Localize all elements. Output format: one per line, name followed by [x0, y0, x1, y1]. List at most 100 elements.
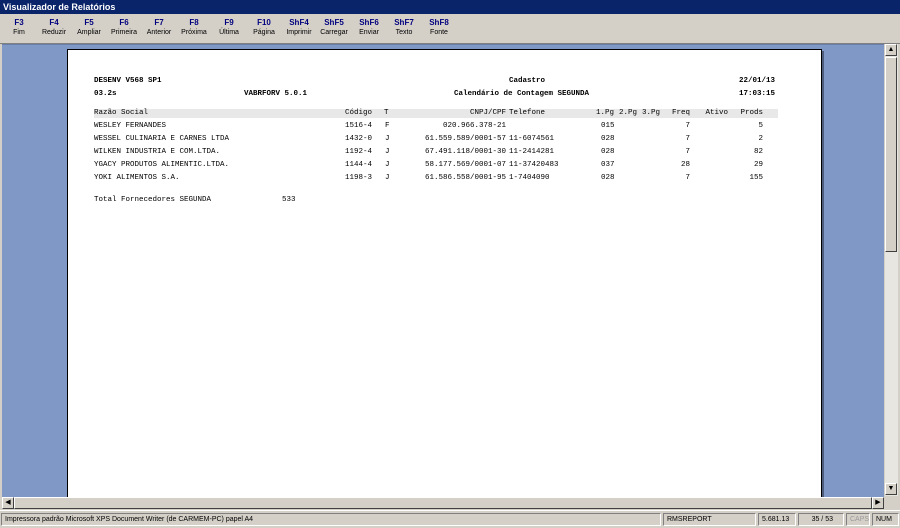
col-1pg: 1.Pg [596, 109, 615, 117]
next-page-key: F8 [189, 18, 199, 27]
row-prods: 155 [749, 174, 763, 182]
horizontal-scrollbar[interactable]: ◀ ▶ [2, 497, 884, 509]
row-codigo: 1192-4 [345, 148, 373, 156]
col-2pg: 2.Pg [619, 109, 638, 117]
window-title: Visualizador de Relatórios [0, 0, 900, 14]
row-codigo: 1516-4 [345, 122, 373, 130]
text-button[interactable]: ShF7 Texto [386, 17, 422, 38]
previous-page-key: F7 [154, 18, 164, 27]
total-value: 533 [282, 196, 296, 204]
scroll-down-arrow-icon[interactable]: ▼ [885, 483, 897, 495]
row-prods: 82 [753, 148, 763, 156]
vertical-scroll-thumb[interactable] [885, 57, 897, 252]
report-viewport[interactable]: DESENV V568 SP1 Cadastro 22/01/13 03.2s … [2, 44, 884, 497]
zoom-out-label: Reduzir [41, 29, 67, 36]
row-razao: WESLEY FERNANDES [94, 122, 167, 130]
zoom-in-label: Ampliar [77, 29, 101, 36]
row-codigo: 1432-0 [345, 135, 373, 143]
row-telefone: 11-6074561 [509, 135, 555, 143]
last-page-label: Última [219, 29, 239, 36]
report-code: 03.2s [94, 90, 117, 98]
report-category: Cadastro [509, 77, 546, 85]
last-page-button[interactable]: F9 Última [211, 17, 247, 38]
row-freq: 7 [685, 148, 690, 156]
col-ativo: Ativo [705, 109, 728, 117]
next-page-label: Próxima [181, 29, 207, 36]
first-page-label: Primeira [110, 29, 138, 36]
zoom-in-button[interactable]: F5 Ampliar [71, 17, 107, 38]
row-cnpj: 58.177.569/0001-07 [424, 161, 506, 169]
zoom-out-button[interactable]: F4 Reduzir [36, 17, 72, 38]
col-cnpj-cpf: CNPJ/CPF [469, 109, 506, 117]
font-key: ShF8 [429, 18, 449, 27]
vertical-scrollbar[interactable]: ▲ ▼ [885, 44, 898, 496]
goto-page-key: F10 [257, 18, 271, 27]
row-1pg: 028 [601, 174, 615, 182]
col-tipo: T [384, 109, 389, 117]
row-telefone: 1-7404090 [509, 174, 550, 182]
row-telefone: 11-2414281 [509, 148, 555, 156]
load-label: Carregar [320, 29, 348, 36]
horizontal-scroll-thumb[interactable] [14, 497, 872, 509]
previous-page-label: Anterior [146, 29, 172, 36]
load-key: ShF5 [324, 18, 344, 27]
row-razao: WESSEL CULINARIA E CARNES LTDA [94, 135, 230, 143]
end-key: F3 [14, 18, 24, 27]
scroll-up-arrow-icon[interactable]: ▲ [885, 44, 897, 56]
status-caps-lock: CAPS [846, 513, 870, 526]
col-telefone: Telefone [509, 109, 546, 117]
status-printer: Impressora padrão Microsoft XPS Document… [1, 513, 661, 526]
row-cnpj: 61.586.558/0001-95 [424, 174, 506, 182]
send-key: ShF6 [359, 18, 379, 27]
load-button[interactable]: ShF5 Carregar [316, 17, 352, 38]
scroll-right-arrow-icon[interactable]: ▶ [872, 497, 884, 509]
send-button[interactable]: ShF6 Enviar [351, 17, 387, 38]
status-num-lock: NUM [872, 513, 899, 526]
col-codigo: Código [345, 109, 373, 117]
previous-page-button[interactable]: F7 Anterior [141, 17, 177, 38]
row-tipo: J [385, 135, 390, 143]
row-cnpj: 61.559.589/0001-57 [424, 135, 506, 143]
goto-page-button[interactable]: F10 Página [246, 17, 282, 38]
row-freq: 7 [685, 135, 690, 143]
row-cnpj: 67.491.118/0001-30 [424, 148, 506, 156]
report-program: VABRFORV 5.0.1 [244, 90, 308, 98]
end-button[interactable]: F3 Fim [1, 17, 37, 38]
row-freq: 28 [680, 161, 690, 169]
font-label: Fonte [430, 29, 448, 36]
print-key: ShF4 [289, 18, 309, 27]
row-tipo: J [385, 161, 390, 169]
first-page-key: F6 [119, 18, 129, 27]
row-prods: 2 [758, 135, 763, 143]
row-razao: WILKEN INDUSTRIA E COM.LTDA. [94, 148, 221, 156]
text-key: ShF7 [394, 18, 414, 27]
scroll-left-arrow-icon[interactable]: ◀ [2, 497, 14, 509]
report-time: 17:03:15 [738, 90, 775, 98]
row-1pg: 028 [601, 135, 615, 143]
row-prods: 5 [758, 122, 763, 130]
row-tipo: J [385, 148, 390, 156]
text-label: Texto [395, 29, 413, 36]
end-label: Fim [13, 29, 25, 36]
font-button[interactable]: ShF8 Fonte [421, 17, 457, 38]
row-1pg: 028 [601, 148, 615, 156]
toolbar: F3 Fim F4 Reduzir F5 Ampliar F6 Primeira F7 A… [0, 14, 900, 44]
row-1pg: 015 [601, 122, 615, 130]
first-page-button[interactable]: F6 Primeira [106, 17, 142, 38]
row-freq: 7 [685, 174, 690, 182]
zoom-in-key: F5 [84, 18, 94, 27]
row-razao: YOKI ALIMENTOS S.A. [94, 174, 180, 182]
status-module: RMSREPORT [663, 513, 756, 526]
send-label: Enviar [359, 29, 379, 36]
report-title: Calendário de Contagem SEGUNDA [454, 90, 590, 98]
row-codigo: 1198-3 [345, 174, 373, 182]
report-page: DESENV V568 SP1 Cadastro 22/01/13 03.2s … [67, 49, 822, 497]
goto-page-label: Página [253, 29, 275, 36]
status-version: 5.681.13 [758, 513, 796, 526]
total-label: Total Fornecedores SEGUNDA [94, 196, 212, 204]
print-button[interactable]: ShF4 Imprimir [281, 17, 317, 38]
row-prods: 29 [753, 161, 763, 169]
zoom-out-key: F4 [49, 18, 59, 27]
next-page-button[interactable]: F8 Próxima [176, 17, 212, 38]
status-page-count: 35 / 53 [798, 513, 844, 526]
